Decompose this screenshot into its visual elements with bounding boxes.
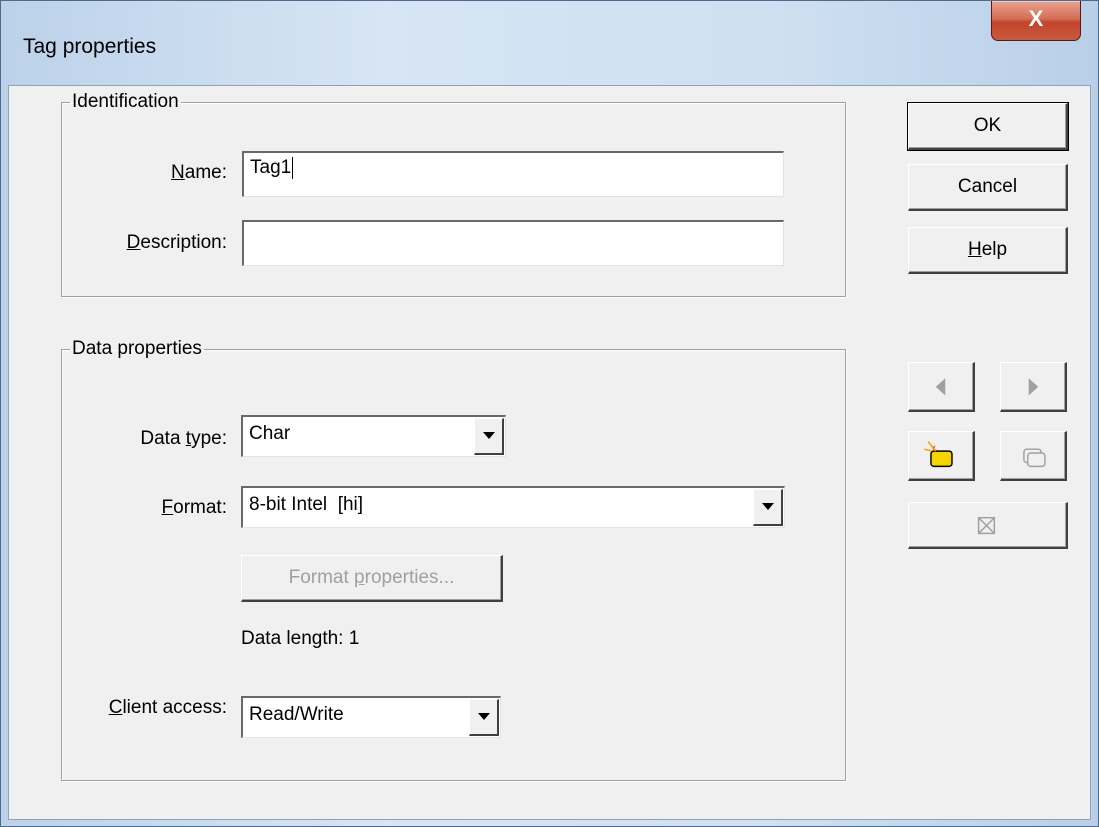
name-label: Name: [109,162,227,184]
chevron-down-icon[interactable] [474,418,504,455]
format-properties-mnemonic: p [354,567,365,588]
chevron-down-icon[interactable] [469,699,499,736]
format-properties-prefix: Format [288,567,355,588]
identification-legend: Identification [72,91,179,112]
arrow-left-icon [935,378,946,396]
format-select[interactable]: 8-bit Intel [hi] [241,486,785,528]
help-label-rest: elp [981,239,1008,260]
data-length-value: 1 [348,628,360,649]
data-type-value: Char [249,423,291,444]
description-mnemonic: D [126,232,141,253]
copy-tag-icon [1023,448,1046,468]
format-label-text: ormat: [173,497,227,518]
client-access-select[interactable]: Read/Write [241,696,501,738]
client-access-value: Read/Write [249,704,344,725]
help-mnemonic: H [967,239,982,260]
new-tag-icon [924,441,953,468]
format-value: 8-bit Intel [hi] [249,494,364,515]
format-mnemonic: F [161,497,174,518]
client-access-label-text: lient access: [122,697,227,718]
new-tag-button[interactable] [908,431,975,481]
data-type-label-suffix: ype: [191,428,227,449]
description-label: Description: [69,232,227,254]
ok-button[interactable]: OK [907,102,1069,151]
name-mnemonic: N [171,162,185,183]
help-button[interactable]: Help [908,227,1068,274]
window-title: Tag properties [23,35,157,58]
data-type-label: Data type: [69,428,227,450]
title-bar[interactable]: Tag properties X [1,1,1098,85]
name-input-value: Tag1 [250,157,292,179]
cancel-button[interactable]: Cancel [908,164,1068,211]
format-properties-button[interactable]: Format properties... [241,555,503,602]
data-type-label-prefix: Data [140,428,186,449]
previous-tag-button[interactable] [908,362,975,412]
tag-properties-dialog: Tag properties X Identification Name: Ta… [0,0,1099,827]
close-button[interactable]: X [991,1,1081,41]
data-type-select[interactable]: Char [241,415,506,457]
text-caret [292,157,294,179]
format-properties-suffix: roperties... [364,567,455,588]
chevron-down-icon[interactable] [753,489,783,526]
copy-tag-button[interactable] [1000,431,1067,481]
data-length-label: Data length: 1 [241,628,359,650]
name-label-text: ame: [184,162,227,183]
next-tag-button[interactable] [1000,362,1067,412]
data-properties-legend: Data properties [72,338,202,359]
client-access-mnemonic: C [108,697,123,718]
description-input[interactable] [242,220,784,266]
format-label: Format: [69,497,227,519]
arrow-right-icon [1028,378,1039,396]
delete-tag-icon [977,516,996,535]
dialog-client-area: Identification Name: Tag1 Description: D… [8,85,1091,820]
delete-tag-button[interactable] [908,502,1068,549]
client-access-label: Client access: [69,697,227,719]
name-input[interactable]: Tag1 [242,151,784,197]
description-label-text: escription: [140,232,227,253]
data-length-label-text: Data length: [241,628,344,649]
